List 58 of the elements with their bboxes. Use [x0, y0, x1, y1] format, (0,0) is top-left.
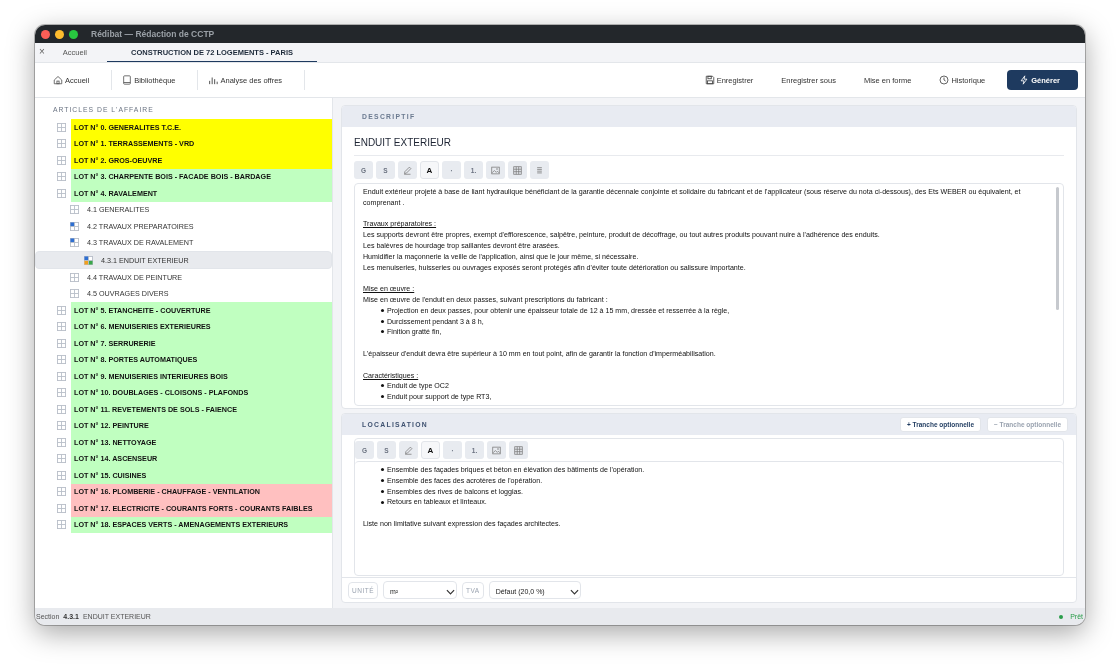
grid-icon	[70, 272, 79, 282]
chevron-down-icon	[446, 589, 455, 595]
status-dot	[1059, 614, 1064, 619]
pen-icon	[404, 445, 413, 455]
grid-icon	[70, 205, 79, 215]
home-icon	[53, 75, 63, 85]
grid-icon	[57, 172, 66, 182]
pen-button[interactable]	[399, 441, 418, 459]
grid-icon	[57, 454, 66, 464]
grid-icon	[57, 421, 66, 431]
table-icon	[513, 165, 522, 175]
image-icon	[492, 445, 501, 455]
zoom-window-button[interactable]	[69, 29, 78, 39]
article-title: ENDUIT EXTERIEUR	[354, 137, 1064, 156]
grid-icon	[57, 437, 66, 447]
grid-icon	[57, 155, 66, 165]
image-button[interactable]	[486, 161, 505, 179]
grid-icon	[57, 305, 66, 315]
grid-icon	[57, 371, 66, 381]
grid-icon	[84, 256, 93, 265]
grid-icon	[57, 139, 66, 149]
grid-icon	[57, 404, 66, 414]
table-icon	[514, 445, 523, 455]
format-button[interactable]: A	[420, 161, 439, 179]
grid-icon	[57, 470, 66, 480]
grid-icon	[70, 238, 79, 248]
image-button[interactable]	[487, 441, 506, 459]
close-window-button[interactable]	[41, 29, 50, 39]
grid-icon	[57, 388, 66, 398]
image-icon	[491, 165, 500, 175]
chevron-down-icon	[569, 589, 579, 595]
table-button[interactable]	[508, 161, 527, 179]
list-icon	[536, 166, 543, 174]
format-button[interactable]: A	[421, 441, 440, 459]
grid-icon	[57, 355, 66, 365]
text-editor[interactable]	[354, 183, 1064, 406]
pen-button[interactable]	[398, 161, 417, 179]
list-button[interactable]	[530, 161, 549, 179]
minimize-window-button[interactable]	[55, 29, 64, 39]
grid-icon	[57, 338, 66, 348]
close-tab-button[interactable]: ×	[35, 43, 49, 62]
window-title: Rédibat — Rédaction de CCTP	[91, 29, 215, 39]
lightning-icon	[1019, 75, 1030, 85]
grid-icon	[70, 289, 79, 299]
scrollbar[interactable]	[1056, 187, 1059, 310]
table-button[interactable]	[509, 441, 528, 459]
grid-icon	[57, 487, 66, 497]
pen-icon	[403, 165, 412, 175]
book-icon	[122, 75, 133, 85]
bar-chart-icon	[208, 75, 219, 85]
grid-icon	[57, 322, 66, 332]
save-icon	[704, 75, 715, 85]
clock-icon	[939, 75, 950, 85]
grid-icon	[57, 520, 66, 530]
grid-icon	[57, 122, 66, 132]
grid-icon	[57, 188, 66, 198]
grid-icon	[70, 221, 79, 231]
grid-icon	[57, 503, 66, 513]
